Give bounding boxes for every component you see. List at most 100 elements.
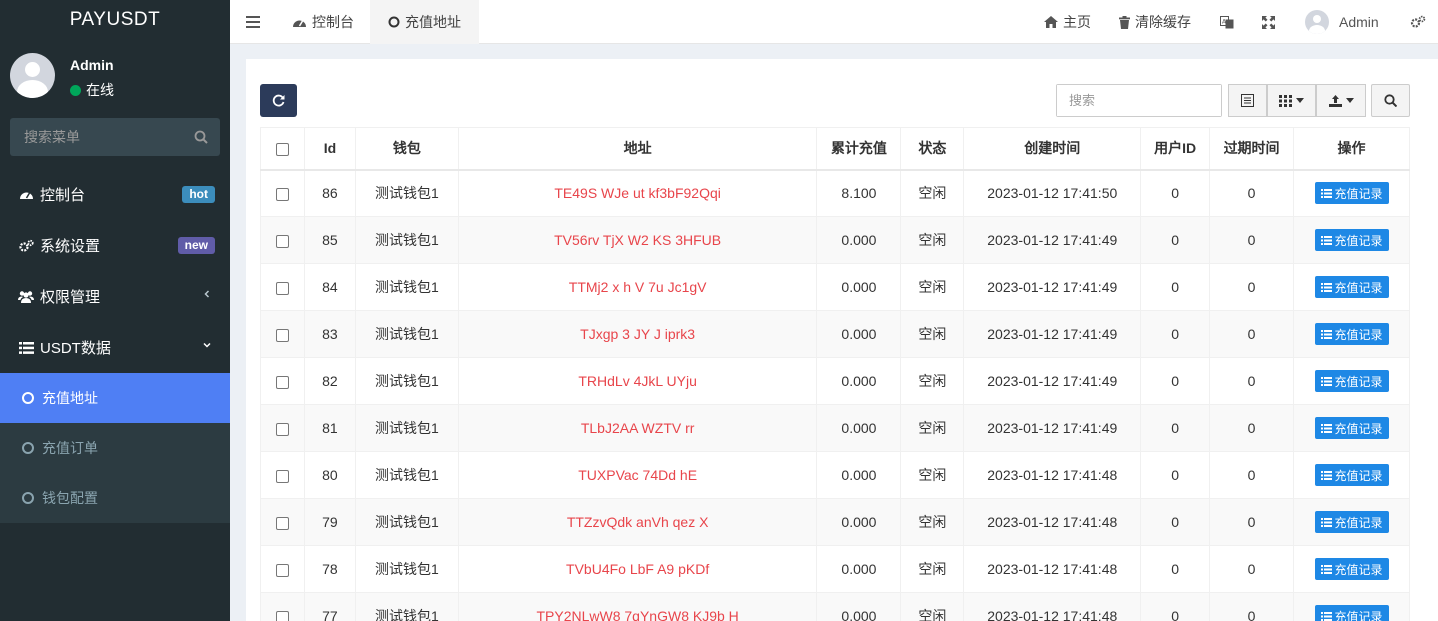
address-text[interactable]: TLbJ2AA WZTV rr [581, 420, 695, 436]
row-select-cell [260, 169, 305, 217]
row-checkbox[interactable] [275, 563, 289, 577]
home-link[interactable]: 主页 [1044, 0, 1091, 44]
cell-user-id: 0 [1140, 545, 1211, 593]
table-row[interactable]: 83 测试钱包1 TJxgp 3 JY J iprk3 0.000 空闲 2023-01-… [260, 310, 1410, 358]
row-checkbox[interactable] [275, 188, 289, 202]
recharge-records-button[interactable]: 充值记录 [1314, 511, 1389, 533]
search-icon[interactable] [194, 130, 208, 144]
address-text[interactable]: TTMj2 x h V 7u Jc1gV [569, 279, 707, 295]
table-row[interactable]: 86 测试钱包1 TE49S WJe ut kf3bF92Qqi 8.100 空闲 202… [260, 169, 1410, 217]
address-text[interactable]: TPY2NLwW8 7qYnGW8 KJ9b H [536, 608, 738, 621]
col-created-time[interactable]: 创建时间 [963, 127, 1142, 171]
table-row[interactable]: 78 测试钱包1 TVbU4Fo LbF A9 pKDf 0.000 空闲 2023-01… [260, 545, 1410, 593]
recharge-records-button[interactable]: 充值记录 [1314, 276, 1389, 298]
caret-down-icon [1296, 98, 1304, 103]
row-checkbox[interactable] [275, 281, 289, 295]
select-all-checkbox[interactable] [275, 143, 289, 157]
list-icon [18, 340, 34, 356]
sidebar-item-recharge-address[interactable]: 充值地址 [0, 373, 230, 423]
recharge-records-button[interactable]: 充值记录 [1314, 464, 1389, 486]
cell-status: 空闲 [900, 498, 965, 546]
sidebar-item-label: 充值地址 [42, 390, 98, 406]
tab-dashboard[interactable]: 控制台 [292, 0, 354, 44]
sidebar-item-label: 钱包配置 [42, 490, 98, 506]
cell-address: TTMj2 x h V 7u Jc1gV [457, 263, 818, 311]
table-row[interactable]: 81 测试钱包1 TLbJ2AA WZTV rr 0.000 空闲 2023-01-12 … [260, 404, 1410, 452]
row-checkbox[interactable] [275, 610, 289, 621]
translate-icon: A [1220, 15, 1234, 28]
sidebar-item-settings[interactable]: 系统设置 new [0, 220, 230, 271]
menu-toggle-button[interactable] [246, 0, 265, 44]
address-text[interactable]: TVbU4Fo LbF A9 pKDf [566, 561, 709, 577]
fullscreen-icon [1262, 15, 1275, 29]
col-expire-time[interactable]: 过期时间 [1209, 127, 1295, 171]
cell-wallet: 测试钱包1 [354, 310, 459, 358]
grid-icon [1279, 94, 1292, 107]
cell-status: 空闲 [900, 357, 965, 405]
table-search-input[interactable] [1057, 85, 1221, 116]
col-address[interactable]: 地址 [457, 127, 818, 171]
sidebar-search-input[interactable] [10, 118, 220, 156]
address-text[interactable]: TRHdLv 4JkL UYju [578, 373, 697, 389]
row-checkbox[interactable] [275, 375, 289, 389]
recharge-records-button[interactable]: 充值记录 [1314, 229, 1389, 251]
cell-created-time: 2023-01-12 17:41:48 [963, 451, 1142, 499]
col-id[interactable]: Id [303, 127, 356, 171]
sidebar-item-permissions[interactable]: 权限管理 [0, 271, 230, 322]
export-button[interactable] [1316, 84, 1366, 117]
table-row[interactable]: 85 测试钱包1 TV56rv TjX W2 KS 3HFUB 0.000 空闲 2023… [260, 216, 1410, 264]
refresh-button[interactable] [260, 84, 297, 117]
row-checkbox[interactable] [275, 422, 289, 436]
fullscreen-button[interactable] [1262, 0, 1280, 44]
recharge-records-button[interactable]: 充值记录 [1314, 558, 1389, 580]
circle-icon [22, 492, 34, 504]
settings-button[interactable] [1410, 0, 1431, 44]
recharge-records-button[interactable]: 充值记录 [1314, 323, 1389, 345]
recharge-records-button[interactable]: 充值记录 [1314, 417, 1389, 439]
table-row[interactable]: 77 测试钱包1 TPY2NLwW8 7qYnGW8 KJ9b H 0.000 空闲 20… [260, 592, 1410, 621]
brand-logo[interactable]: PAYUSDT [0, 0, 230, 40]
search-button[interactable] [1371, 84, 1410, 117]
row-checkbox[interactable] [275, 234, 289, 248]
list-icon [1320, 470, 1332, 480]
row-checkbox[interactable] [275, 328, 289, 342]
cell-expire-time: 0 [1209, 592, 1295, 621]
table-row[interactable]: 79 测试钱包1 TTZzvQdk anVh qez X 0.000 空闲 2023-01… [260, 498, 1410, 546]
sidebar-item-wallet-config[interactable]: 钱包配置 [0, 473, 230, 523]
recharge-records-button[interactable]: 充值记录 [1314, 605, 1389, 621]
cell-user-id: 0 [1140, 216, 1211, 264]
row-select-cell [260, 545, 305, 593]
cell-total-recharge: 0.000 [816, 451, 902, 499]
col-total-recharge[interactable]: 累计充值 [816, 127, 902, 171]
col-user-id[interactable]: 用户ID [1140, 127, 1211, 171]
clear-cache-button[interactable]: 清除缓存 [1119, 0, 1191, 44]
user-menu[interactable]: Admin [1305, 0, 1379, 44]
recharge-records-button[interactable]: 充值记录 [1314, 182, 1389, 205]
columns-button[interactable] [1267, 84, 1316, 117]
recharge-records-button[interactable]: 充值记录 [1314, 370, 1389, 392]
caret-down-icon [1345, 98, 1354, 103]
table-row[interactable]: 80 测试钱包1 TUXPVac 74Dd hE 0.000 空闲 2023-01-12 … [260, 451, 1410, 499]
address-text[interactable]: TJxgp 3 JY J iprk3 [580, 326, 695, 342]
table-row[interactable]: 82 测试钱包1 TRHdLv 4JkL UYju 0.000 空闲 2023-01-12… [260, 357, 1410, 405]
row-checkbox[interactable] [275, 516, 289, 530]
cell-actions: 充值记录 [1293, 310, 1410, 358]
hamburger-icon [246, 16, 260, 28]
col-wallet[interactable]: 钱包 [354, 127, 459, 171]
translate-button[interactable]: A [1220, 0, 1239, 44]
sidebar-item-dashboard[interactable]: 控制台 hot [0, 169, 230, 220]
table-row[interactable]: 84 测试钱包1 TTMj2 x h V 7u Jc1gV 0.000 空闲 2023-0… [260, 263, 1410, 311]
sidebar-item-usdt-data[interactable]: USDT数据 [0, 322, 230, 373]
cell-status: 空闲 [900, 545, 965, 593]
address-text[interactable]: TE49S WJe ut kf3bF92Qqi [554, 185, 721, 201]
address-text[interactable]: TUXPVac 74Dd hE [578, 467, 697, 483]
cell-wallet: 测试钱包1 [354, 498, 459, 546]
row-checkbox[interactable] [275, 469, 289, 483]
sidebar-item-recharge-orders[interactable]: 充值订单 [0, 423, 230, 473]
toggle-view-button[interactable] [1228, 84, 1267, 117]
col-status[interactable]: 状态 [900, 127, 965, 171]
address-text[interactable]: TTZzvQdk anVh qez X [567, 514, 709, 530]
cogs-icon [1410, 15, 1426, 28]
tab-recharge-address[interactable]: 充值地址 [370, 0, 479, 44]
address-text[interactable]: TV56rv TjX W2 KS 3HFUB [554, 232, 721, 248]
